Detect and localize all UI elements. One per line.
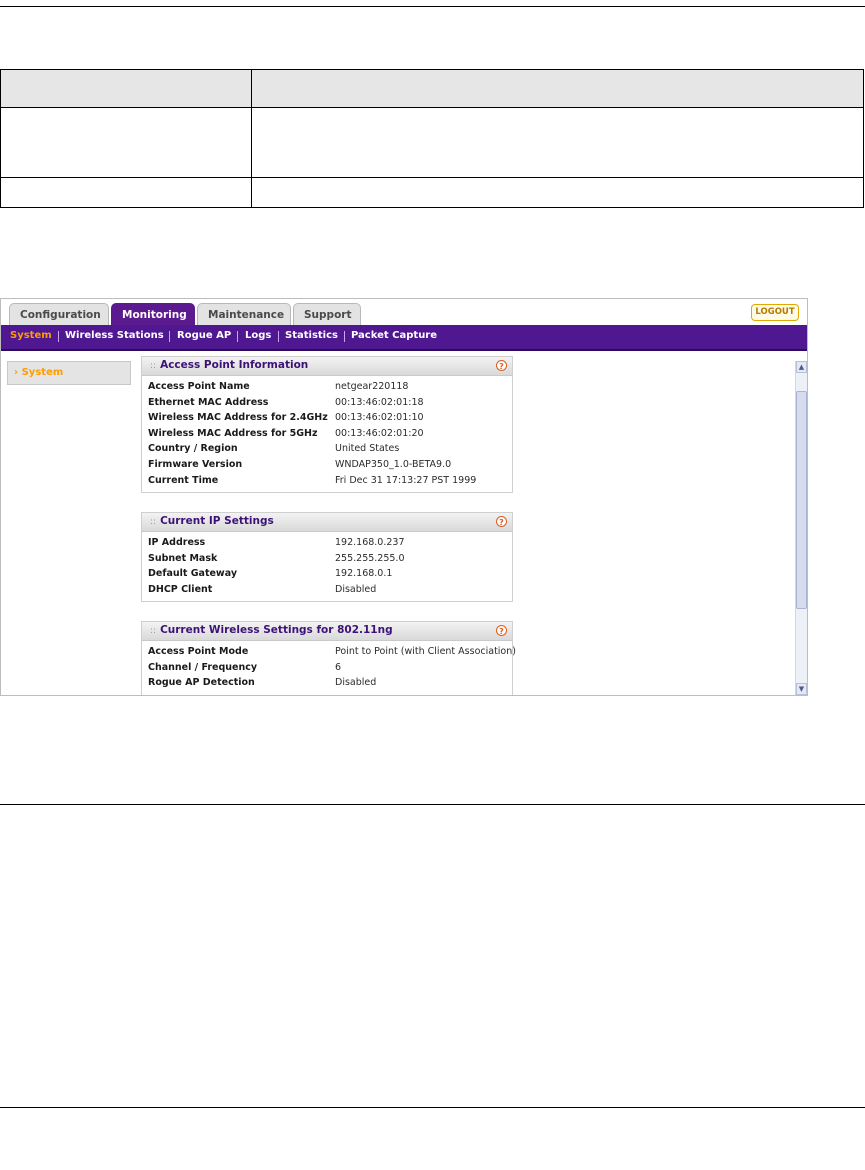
- main-tab-bar: Configuration Monitoring Maintenance Sup…: [1, 299, 807, 325]
- row-value: 00:13:46:02:01:10: [335, 412, 424, 424]
- scroll-down-icon[interactable]: ▼: [796, 683, 807, 695]
- tab-monitoring[interactable]: Monitoring: [111, 303, 195, 325]
- subnav-system[interactable]: System: [10, 325, 52, 349]
- panel-access-point-information: :: Access Point Information ? Access Poin…: [141, 356, 513, 494]
- help-icon[interactable]: ?: [496, 516, 507, 527]
- table-cell: [0, 177, 252, 208]
- panel-title: Access Point Information: [160, 359, 309, 371]
- info-row: Wireless MAC Address for 5GHz 00:13:46:02…: [142, 426, 512, 442]
- subnav-separator: [237, 331, 238, 342]
- info-row: Access Point Mode Point to Point (with Cl…: [142, 644, 516, 660]
- info-row: Channel / Frequency 6: [142, 660, 512, 676]
- row-label: Channel / Frequency: [148, 661, 258, 673]
- table-cell: [0, 107, 252, 178]
- sub-navigation: System Wireless Stations Rogue AP Logs S…: [1, 325, 807, 351]
- row-label: Access Point Name: [148, 381, 250, 392]
- row-value: Disabled: [335, 583, 377, 595]
- sidebar-item-label: System: [21, 367, 64, 378]
- info-row: Current Time Fri Dec 31 17:13:27 PST 1999: [142, 473, 512, 489]
- info-row: DHCP Client Disabled: [142, 582, 512, 598]
- panel-title: Current Wireless Settings for 802.11ng: [160, 624, 393, 636]
- row-label: Firmware Version: [148, 458, 243, 470]
- row-label: Ethernet MAC Address: [148, 396, 269, 408]
- tab-support[interactable]: Support: [293, 303, 361, 325]
- router-admin-screenshot: Configuration Monitoring Maintenance Sup…: [0, 298, 808, 696]
- subnav-rogue-ap[interactable]: Rogue AP: [177, 325, 231, 349]
- help-icon[interactable]: ?: [496, 625, 507, 636]
- row-label: Wireless MAC Address for 5GHz: [148, 427, 318, 439]
- doc-table: [0, 69, 864, 208]
- tab-configuration[interactable]: Configuration: [9, 303, 109, 325]
- info-row: Firmware Version WNDAP350_1.0-BETA9.0: [142, 457, 512, 473]
- arrow-right-icon: ›: [14, 367, 19, 378]
- row-value: 255.255.255.0: [335, 552, 405, 564]
- info-row: Rogue AP Detection Disabled: [142, 675, 512, 691]
- row-value: 6: [335, 661, 342, 673]
- subnav-logs[interactable]: Logs: [245, 325, 271, 349]
- row-value: 00:13:46:02:01:18: [335, 396, 424, 408]
- drag-handle-icon: ::: [150, 361, 157, 371]
- info-row: Access Point Name netgear220118: [142, 379, 512, 395]
- bottom-rule: [0, 1107, 865, 1108]
- row-value: WNDAP350_1.0-BETA9.0: [335, 458, 452, 470]
- subnav-separator: [58, 331, 59, 342]
- row-label: Wireless MAC Address for 2.4GHz: [148, 412, 328, 424]
- subnav-packet-capture[interactable]: Packet Capture: [351, 325, 437, 349]
- row-label: DHCP Client: [148, 583, 213, 595]
- subnav-separator: [278, 331, 279, 342]
- subnav-separator: [169, 331, 170, 342]
- row-value: netgear220118: [335, 381, 409, 392]
- info-row: Country / Region United States: [142, 441, 512, 457]
- panel-current-wireless-settings: :: Current Wireless Settings for 802.11ng…: [141, 621, 516, 695]
- vertical-scrollbar[interactable]: ▲ ▼: [795, 361, 807, 695]
- row-value: Disabled: [335, 677, 377, 689]
- row-label: Current Time: [148, 474, 219, 486]
- info-row: Ethernet MAC Address 00:13:46:02:01:18: [142, 395, 512, 411]
- table-cell: [251, 177, 864, 208]
- row-value: 192.168.0.237: [335, 537, 405, 548]
- row-value: Fri Dec 31 17:13:27 PST 1999: [335, 474, 477, 486]
- section-rule: [0, 804, 865, 805]
- panel-current-ip-settings: :: Current IP Settings ? IP Address192.16…: [141, 512, 513, 603]
- info-row: Wireless MAC Address for 2.4GHz 00:13:46:…: [142, 410, 512, 426]
- panel-header: :: Current Wireless Settings for 802.11ng…: [142, 622, 512, 641]
- panel-header: :: Access Point Information ?: [142, 357, 512, 376]
- subnav-statistics[interactable]: Statistics: [285, 325, 338, 349]
- row-value: 192.168.0.1: [335, 568, 393, 580]
- scrollbar-thumb[interactable]: [796, 391, 807, 609]
- help-icon[interactable]: ?: [496, 360, 507, 371]
- info-row: Subnet Mask 255.255.255.0: [142, 551, 512, 567]
- panel-header: :: Current IP Settings ?: [142, 513, 512, 532]
- table-header-cell: [0, 69, 252, 108]
- top-rule: [0, 6, 865, 7]
- table-cell: [251, 107, 864, 178]
- info-row: Default Gateway 192.168.0.1: [142, 566, 512, 582]
- row-label: Rogue AP Detection: [148, 677, 255, 689]
- row-label: Access Point Mode: [148, 646, 249, 657]
- row-value: United States: [335, 443, 400, 455]
- tab-maintenance[interactable]: Maintenance: [197, 303, 291, 325]
- info-row: IP Address 192.168.0.237: [142, 535, 512, 551]
- row-label: Country / Region: [148, 443, 238, 455]
- row-label: Subnet Mask: [148, 552, 218, 564]
- panel-title: Current IP Settings: [160, 515, 274, 527]
- table-header-cell: [251, 69, 864, 108]
- sidebar-item-system[interactable]: › System: [7, 361, 131, 385]
- subnav-wireless-stations[interactable]: Wireless Stations: [65, 325, 164, 349]
- scroll-up-icon[interactable]: ▲: [796, 361, 807, 373]
- logout-button[interactable]: LOGOUT: [751, 304, 799, 321]
- drag-handle-icon: ::: [150, 626, 157, 636]
- row-label: IP Address: [148, 537, 206, 548]
- drag-handle-icon: ::: [150, 517, 157, 527]
- subnav-separator: [344, 331, 345, 342]
- row-value: Point to Point (with Client Association): [335, 646, 516, 657]
- row-label: Default Gateway: [148, 568, 238, 580]
- row-value: 00:13:46:02:01:20: [335, 427, 424, 439]
